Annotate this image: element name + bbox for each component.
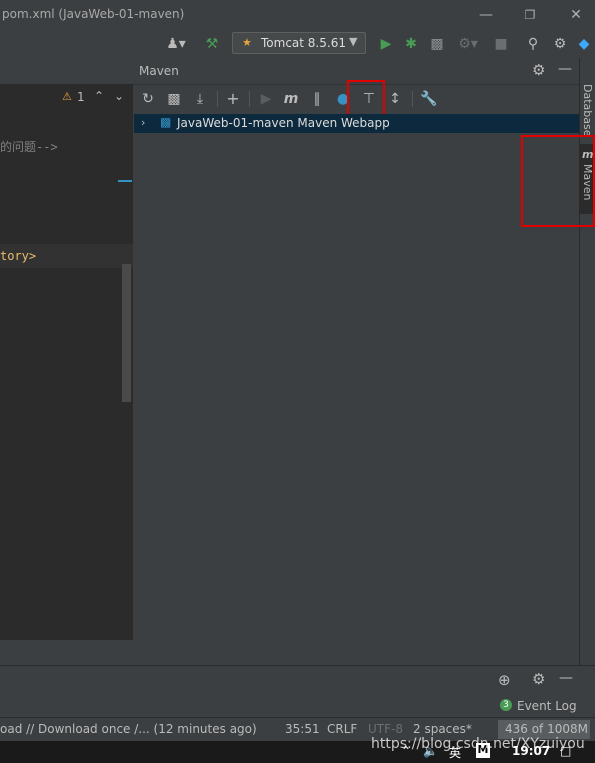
settings-icon[interactable]: ⚙: [550, 34, 570, 54]
restore-icon[interactable]: ❐: [520, 5, 540, 25]
chevron-right-icon[interactable]: ›: [141, 116, 145, 129]
editor-scrollbar[interactable]: [122, 264, 131, 402]
toolbar-divider: [217, 91, 218, 107]
reload-icon[interactable]: ↻: [139, 89, 157, 109]
toolbar-divider: [412, 91, 413, 107]
event-log-badge: 3: [500, 699, 512, 711]
maven-tree-body: [133, 133, 579, 665]
code-line-tag: tory>: [0, 249, 37, 263]
execute-goal-icon[interactable]: m: [282, 89, 300, 109]
bottom-hide-icon[interactable]: —: [559, 670, 573, 686]
debug-icon[interactable]: ✱: [402, 34, 420, 54]
toolbar-divider: [249, 91, 250, 107]
profile-icon[interactable]: ⚙▾: [454, 34, 482, 54]
hide-panel-icon[interactable]: —: [558, 61, 572, 77]
wrench-icon[interactable]: 🔧: [420, 89, 438, 109]
coverage-icon[interactable]: ▩: [428, 34, 446, 54]
event-log-button[interactable]: Event Log: [517, 699, 577, 713]
stop-icon[interactable]: ■: [492, 34, 510, 54]
close-icon[interactable]: ✕: [566, 5, 586, 25]
main-toolbar: ♟▾ ⚒ ★ Tomcat 8.5.61 ▼ ▶ ✱ ▩ ⚙▾ ■ ⚲ ⚙ ◆: [0, 30, 595, 59]
warning-icon: ⚠: [62, 90, 72, 103]
download-icon[interactable]: ⤓: [191, 89, 209, 109]
search-icon[interactable]: ⚲: [523, 34, 543, 54]
maven-project-icon: ▩: [160, 115, 172, 129]
maven-settings-icon[interactable]: ⚙: [532, 61, 545, 79]
title-bar: pom.xml (JavaWeb-01-maven) — ❐ ✕: [0, 0, 595, 30]
database-tab[interactable]: Database: [581, 84, 594, 137]
maven-project-label: JavaWeb-01-maven Maven Webapp: [177, 116, 390, 130]
run-config-select[interactable]: ★ Tomcat 8.5.61 ▼: [232, 32, 366, 54]
warning-count: 1: [77, 90, 85, 104]
run-config-label: Tomcat 8.5.61: [261, 36, 346, 50]
toolbox-icon[interactable]: ◆: [575, 34, 593, 54]
editor[interactable]: ⚠ 1 ⌃ ⌄ 的问题--> tory>: [0, 84, 134, 640]
scroll-marker: [118, 180, 132, 182]
memory-text: 436 of 1008M: [505, 722, 588, 736]
chevron-up-icon[interactable]: ⌃: [94, 89, 104, 103]
collapse-all-icon[interactable]: ↕: [386, 89, 404, 109]
tool-window-bar: 3 Event Log: [0, 693, 595, 717]
toggle-offline-icon[interactable]: ∥: [308, 89, 326, 109]
watermark: https://blog.csdn.net/XYzuiyou: [371, 736, 585, 752]
line-separator[interactable]: CRLF: [327, 722, 357, 736]
maven-tree-item[interactable]: › ▩ JavaWeb-01-maven Maven Webapp: [134, 114, 580, 133]
highlight-box-maven-tab: [521, 135, 595, 227]
window-title: pom.xml (JavaWeb-01-maven): [2, 7, 185, 21]
status-message[interactable]: oad // Download once /... (12 minutes ag…: [0, 722, 257, 736]
maven-title: Maven: [139, 64, 179, 78]
build-icon[interactable]: ⚒: [202, 34, 222, 54]
chevron-down-icon[interactable]: ⌄: [114, 89, 124, 103]
code-line-comment: 的问题-->: [0, 140, 58, 154]
user-icon[interactable]: ♟▾: [163, 34, 189, 54]
target-icon[interactable]: ⊕: [498, 671, 511, 689]
indent-setting[interactable]: 2 spaces*: [413, 722, 472, 736]
generate-sources-icon[interactable]: ▩: [165, 89, 183, 109]
caret-position[interactable]: 35:51: [285, 722, 320, 736]
chevron-down-icon: ▼: [349, 35, 358, 48]
tomcat-icon: ★: [242, 36, 252, 49]
add-icon[interactable]: +: [224, 89, 242, 109]
file-encoding[interactable]: UTF-8: [368, 722, 403, 736]
bottom-tool-bar: ⊕ ⚙ —: [0, 665, 595, 694]
editor-tab-row: [0, 58, 133, 84]
minimize-icon[interactable]: —: [476, 5, 496, 25]
bottom-settings-icon[interactable]: ⚙: [532, 670, 545, 688]
run-maven-icon[interactable]: ▶: [257, 89, 275, 109]
run-icon[interactable]: ▶: [377, 34, 395, 54]
